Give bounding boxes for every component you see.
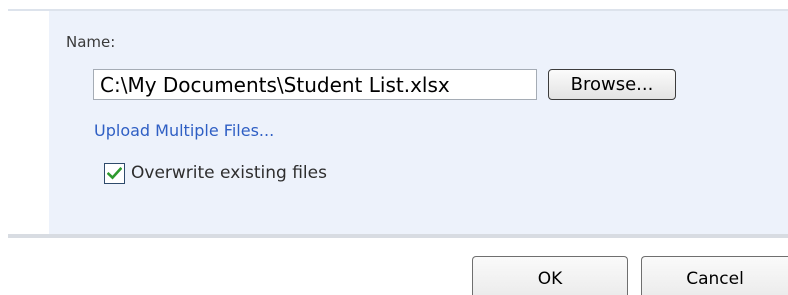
browse-button[interactable]: Browse... bbox=[548, 69, 676, 100]
cancel-button[interactable]: Cancel bbox=[641, 256, 788, 295]
bottom-divider bbox=[8, 234, 788, 238]
overwrite-option[interactable]: Overwrite existing files bbox=[104, 161, 327, 185]
overwrite-label: Overwrite existing files bbox=[131, 163, 327, 183]
upload-document-dialog: Name: Browse... Upload Multiple Files...… bbox=[0, 0, 788, 295]
checkmark-icon bbox=[107, 166, 122, 179]
upload-multiple-files-link[interactable]: Upload Multiple Files... bbox=[94, 120, 274, 142]
file-path-input[interactable] bbox=[93, 69, 537, 100]
overwrite-checkbox[interactable] bbox=[104, 162, 125, 184]
name-label: Name: bbox=[66, 33, 116, 51]
ok-button[interactable]: OK bbox=[472, 256, 628, 295]
